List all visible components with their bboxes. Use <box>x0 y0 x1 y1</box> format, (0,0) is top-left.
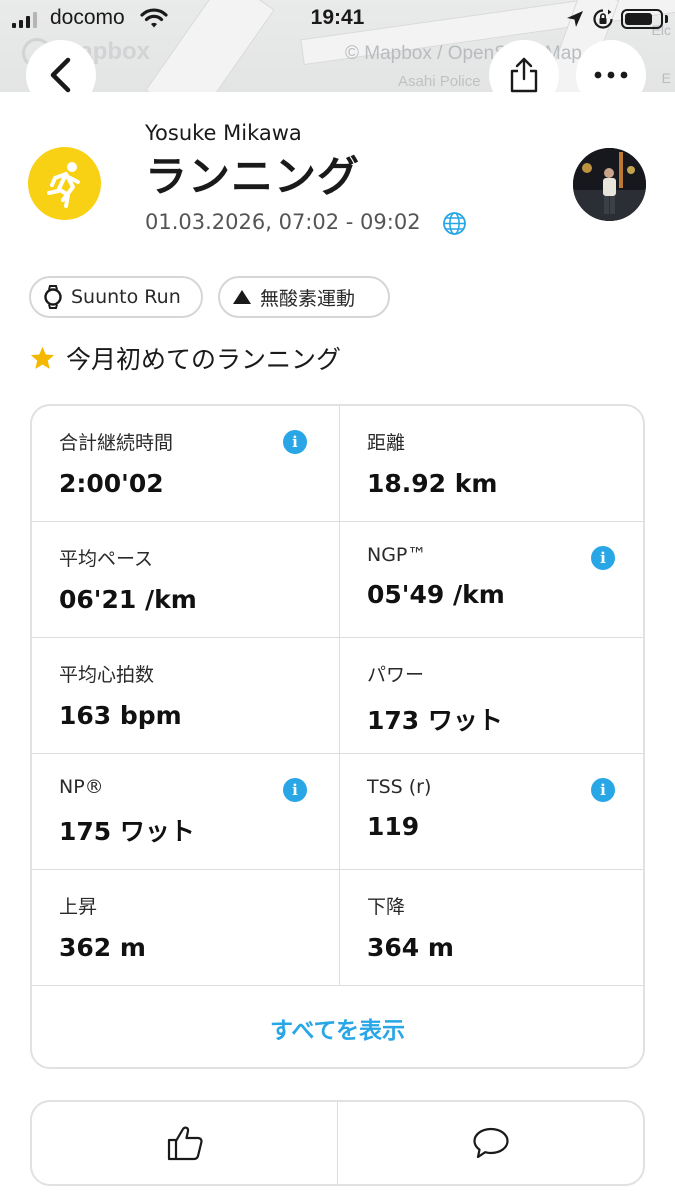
stat-value: 2:00'02 <box>59 469 164 498</box>
more-options-button[interactable] <box>576 40 646 110</box>
like-button[interactable] <box>32 1102 338 1184</box>
stat-cell: TSS (r) 119 i <box>340 754 643 870</box>
share-icon <box>510 57 538 93</box>
stats-grid: 合計継続時間 2:00'02 i 距離 18.92 km 平均ペース 06'21 /km NG… <box>32 406 643 986</box>
stat-value: 06'21 /km <box>59 585 197 614</box>
battery-icon <box>621 9 663 29</box>
stat-label: 上昇 <box>59 896 98 918</box>
stat-value: 163 bpm <box>59 701 182 730</box>
stat-cell: 下降 364 m <box>340 870 643 986</box>
stat-value: 119 <box>367 812 420 841</box>
stat-value: 362 m <box>59 933 146 962</box>
map-place-label: Asahi Police <box>398 73 481 90</box>
stats-card: 合計継続時間 2:00'02 i 距離 18.92 km 平均ペース 06'21 /km NG… <box>30 404 645 1069</box>
back-button[interactable] <box>26 40 96 110</box>
avatar[interactable] <box>573 148 646 221</box>
thumbs-up-icon <box>167 1126 203 1161</box>
show-all-button[interactable]: すべてを表示 <box>32 986 643 1067</box>
stat-label: 下降 <box>367 896 406 918</box>
stat-cell: 合計継続時間 2:00'02 i <box>32 406 340 522</box>
achievement-highlight: 今月初めてのランニング <box>29 340 341 376</box>
stat-cell: 距離 18.92 km <box>340 406 643 522</box>
stat-label: 平均ペース <box>59 548 154 570</box>
comment-button[interactable] <box>338 1102 643 1184</box>
activity-title: ランニング <box>145 152 361 201</box>
user-name[interactable]: Yosuke Mikawa <box>145 121 302 145</box>
stat-value: 173 ワット <box>367 706 503 735</box>
running-person-icon <box>46 161 80 208</box>
stat-value: 05'49 /km <box>367 580 505 609</box>
training-effect-label: 無酸素運動 <box>260 287 356 310</box>
ellipsis-icon <box>594 71 628 79</box>
stat-cell: 平均心拍数 163 bpm <box>32 638 340 754</box>
chevron-left-icon <box>50 57 71 93</box>
activity-type-badge <box>28 147 101 220</box>
stat-label: 距離 <box>367 432 406 454</box>
stat-label: パワー <box>367 664 425 686</box>
stat-value: 18.92 km <box>367 469 498 498</box>
stat-cell: NP® 175 ワット i <box>32 754 340 870</box>
stat-value: 175 ワット <box>59 817 195 846</box>
stat-cell: 平均ペース 06'21 /km <box>32 522 340 638</box>
location-arrow-icon <box>567 11 583 27</box>
battery-tip <box>665 15 668 23</box>
triangle-icon <box>233 290 251 304</box>
stat-cell: パワー 173 ワット <box>340 638 643 754</box>
social-actions <box>30 1100 645 1186</box>
stat-cell: 上昇 362 m <box>32 870 340 986</box>
info-icon[interactable]: i <box>591 778 615 802</box>
map-place-label: E <box>661 70 671 86</box>
globe-icon[interactable] <box>442 211 467 236</box>
stat-label: 平均心拍数 <box>59 664 155 686</box>
comment-bubble-icon <box>472 1127 509 1159</box>
share-button[interactable] <box>489 40 559 110</box>
rotation-lock-icon <box>593 9 613 29</box>
avatar-photo <box>573 148 646 221</box>
stat-cell: NGP™ 05'49 /km i <box>340 522 643 638</box>
achievement-text: 今月初めてのランニング <box>66 345 342 374</box>
training-effect-chip[interactable]: 無酸素運動 <box>218 276 390 318</box>
info-icon[interactable]: i <box>283 778 307 802</box>
status-bar: docomo 19:41 <box>0 0 675 38</box>
star-icon <box>30 346 55 369</box>
info-icon[interactable]: i <box>283 430 307 454</box>
stat-value: 364 m <box>367 933 454 962</box>
activity-datetime: 01.03.2026, 07:02 - 09:02 <box>145 210 421 234</box>
device-chip[interactable]: Suunto Run <box>29 276 203 318</box>
info-icon[interactable]: i <box>591 546 615 570</box>
watch-icon <box>44 285 62 309</box>
device-name: Suunto Run <box>71 286 181 308</box>
